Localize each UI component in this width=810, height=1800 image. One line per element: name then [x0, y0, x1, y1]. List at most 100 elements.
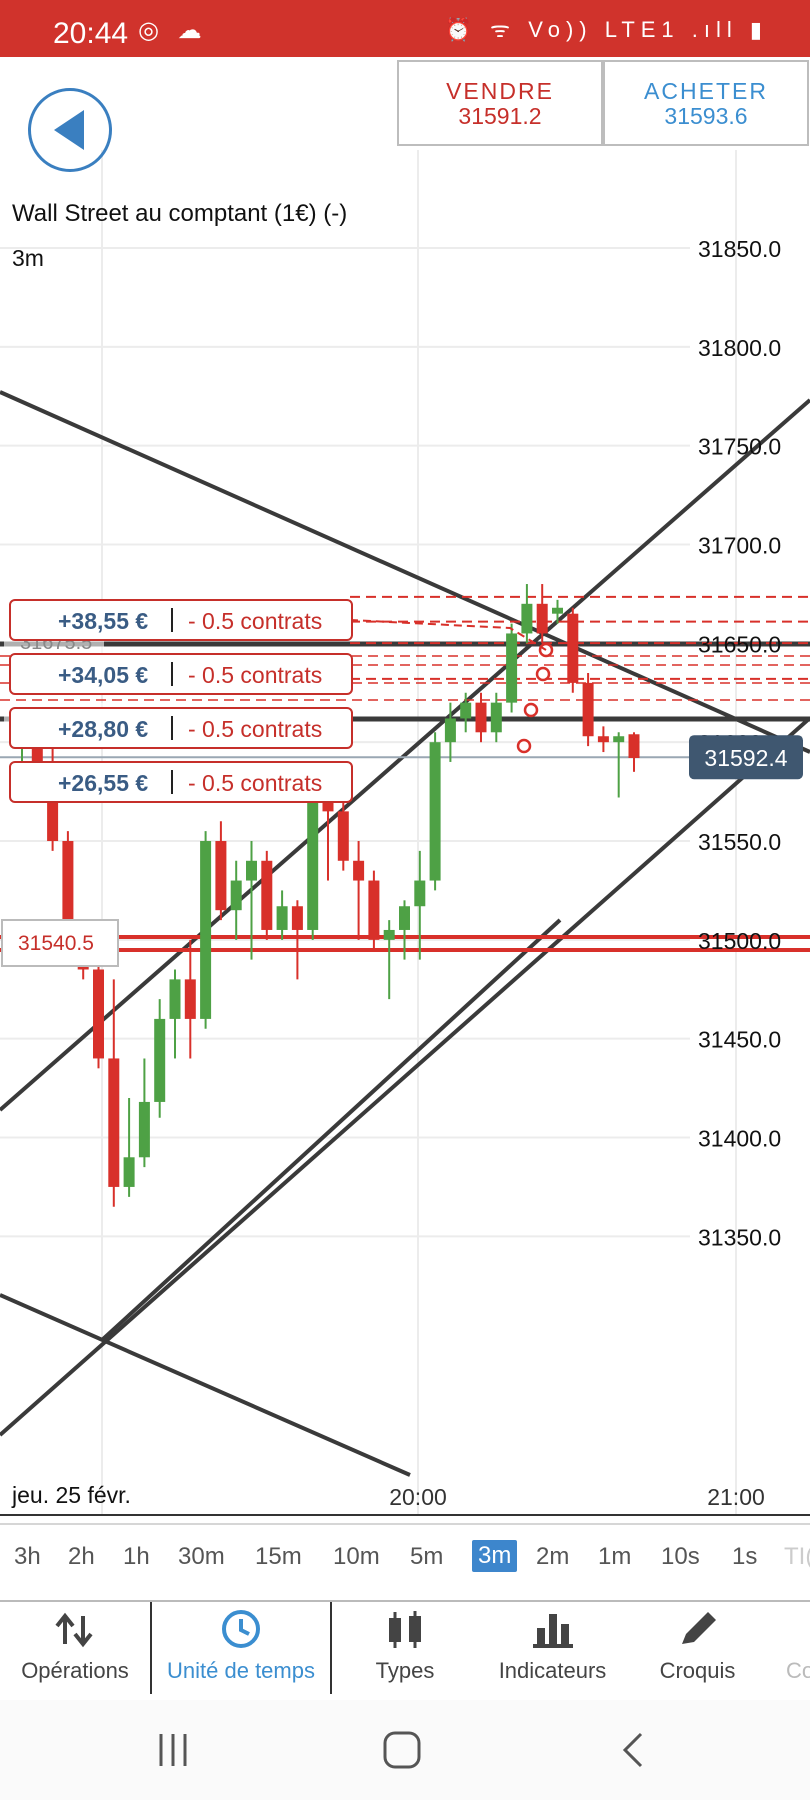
- pencil-icon: [681, 1612, 716, 1644]
- nav-types-label: Types: [375, 1658, 435, 1683]
- candle-bull: [154, 1018, 166, 1102]
- candle-bull: [200, 841, 212, 1019]
- y-tick-label: 31350.0: [698, 1224, 781, 1250]
- sell-button[interactable]: VENDRE 31591.2: [397, 60, 603, 146]
- candle-bull: [307, 801, 319, 930]
- back-button[interactable]: [28, 88, 112, 172]
- timeframe-option-3h[interactable]: 3h: [14, 1543, 41, 1571]
- y-tick-label: 31500.0: [698, 928, 781, 954]
- candle-bull: [230, 880, 242, 911]
- candle-bull: [138, 1101, 150, 1158]
- timeframe-selector: 3h 2h 1h 30m 15m 10m 5m 3m 2m 1m 10s 1s TI(: [0, 1523, 810, 1597]
- buy-button[interactable]: ACHETER 31593.6: [603, 60, 809, 146]
- system-back-icon[interactable]: [615, 1730, 655, 1770]
- chart-timeframe-label: 3m: [12, 245, 44, 271]
- candle-bear: [597, 736, 609, 743]
- bars-icon: [532, 1614, 573, 1648]
- nav-sketch-label: Croquis: [659, 1658, 736, 1683]
- timeframe-option-1m[interactable]: 1m: [598, 1543, 631, 1571]
- trend-line: [0, 716, 810, 1437]
- position-size: - 0.5 contrats: [188, 608, 322, 634]
- x-tick-label: 21:00: [707, 1484, 765, 1510]
- timeframe-option-2m[interactable]: 2m: [536, 1543, 569, 1571]
- trend-line: [0, 398, 810, 1112]
- instrument-title: Wall Street au comptant (1€) (-): [12, 200, 348, 227]
- candle-bear: [215, 841, 227, 911]
- status-bar: 20:44 ◎ ☁ ⏰ ᯤ Vo)) LTE1 .ıll ▮: [0, 0, 810, 57]
- candle-bull: [460, 702, 472, 719]
- timeframe-option-15m[interactable]: 15m: [255, 1543, 302, 1571]
- candle-bull: [429, 742, 441, 881]
- candle-bull: [383, 929, 395, 940]
- candle-bear: [62, 841, 74, 930]
- y-tick-label: 31450.0: [698, 1027, 781, 1053]
- sell-price: 31591.2: [458, 103, 542, 129]
- buy-label: ACHETER: [644, 78, 768, 104]
- trend-line: [0, 1293, 411, 1477]
- candle-bull: [246, 860, 257, 881]
- sell-label: VENDRE: [446, 78, 554, 104]
- candle-bear: [261, 860, 273, 930]
- nav-indicators-label: Indicateurs: [498, 1658, 607, 1683]
- y-tick-label: 31800.0: [698, 335, 781, 361]
- y-tick-label: 31700.0: [698, 533, 781, 559]
- y-tick-label: 31750.0: [698, 434, 781, 460]
- timeframe-option-10m[interactable]: 10m: [333, 1543, 380, 1571]
- position-size: - 0.5 contrats: [188, 716, 322, 742]
- timeframe-option-2h[interactable]: 2h: [68, 1543, 95, 1571]
- candle-bear: [536, 603, 548, 634]
- candle-bull: [276, 906, 288, 930]
- nav-timeframe[interactable]: Unité de temps: [152, 1602, 330, 1694]
- candle-bull: [169, 979, 181, 1019]
- trade-marker: [523, 702, 539, 718]
- bottom-toolbar: Opérations Unité de temps Types Indicate…: [0, 1600, 810, 1694]
- home-icon[interactable]: [382, 1730, 422, 1770]
- candle-bear: [291, 906, 303, 930]
- candle-bull: [399, 906, 410, 930]
- y-tick-label: 31650.0: [698, 631, 781, 657]
- candle-bull: [613, 736, 625, 743]
- timeframe-option-1s[interactable]: 1s: [732, 1543, 757, 1571]
- nav-sketch[interactable]: Croquis: [640, 1602, 755, 1694]
- candle-bear: [628, 734, 640, 758]
- position-profit: +38,55 €: [58, 608, 148, 634]
- candle-bear: [368, 880, 380, 940]
- timeframe-option-1h[interactable]: 1h: [123, 1543, 150, 1571]
- recent-apps-icon[interactable]: [155, 1730, 195, 1770]
- candle-bull: [552, 607, 563, 614]
- trade-marker: [516, 738, 532, 754]
- nav-operations[interactable]: Opérations: [0, 1602, 150, 1694]
- candle-bear: [567, 613, 579, 683]
- timeframe-option-3m[interactable]: 3m: [472, 1540, 518, 1572]
- timeframe-option-10s[interactable]: 10s: [661, 1543, 700, 1571]
- nav-more-label: Co: [785, 1658, 810, 1683]
- y-tick-label: 31550.0: [698, 829, 781, 855]
- timeframe-option-30m[interactable]: 30m: [178, 1543, 225, 1571]
- timeframe-option-TI[interactable]: TI(: [784, 1543, 810, 1571]
- candle-bear: [337, 811, 349, 861]
- nav-types[interactable]: Types: [345, 1602, 465, 1694]
- candle-bear: [582, 682, 594, 737]
- candle-bull: [521, 603, 533, 634]
- candle-bull: [414, 880, 426, 907]
- candle-bull: [444, 718, 456, 743]
- position-size: - 0.5 contrats: [188, 770, 322, 796]
- back-arrow-icon: [54, 110, 84, 150]
- status-system-icons: ⏰ ᯤ Vo)) LTE1 .ıll ▮: [444, 17, 768, 42]
- candle-bull: [123, 1157, 135, 1187]
- clock-icon: [222, 1610, 260, 1648]
- candle-bear: [353, 860, 365, 881]
- candle-bull: [490, 702, 502, 733]
- nav-indicators[interactable]: Indicateurs: [480, 1602, 625, 1694]
- current-price-value: 31592.4: [704, 745, 787, 771]
- system-navigation-bar: [0, 1700, 810, 1800]
- nav-more-cut-off[interactable]: Co: [770, 1602, 810, 1694]
- nav-timeframe-label: Unité de temps: [167, 1658, 315, 1683]
- status-time: 20:44: [53, 17, 129, 50]
- status-notification-icons: ◎ ☁: [138, 17, 208, 44]
- y-tick-label: 31850.0: [698, 236, 781, 262]
- timeframe-option-5m[interactable]: 5m: [410, 1543, 443, 1571]
- x-tick-label: 20:00: [389, 1484, 447, 1510]
- candle-bear: [184, 979, 196, 1019]
- price-chart[interactable]: 31675.531647.531540.5+38,55 €- 0.5 contr…: [0, 150, 810, 1520]
